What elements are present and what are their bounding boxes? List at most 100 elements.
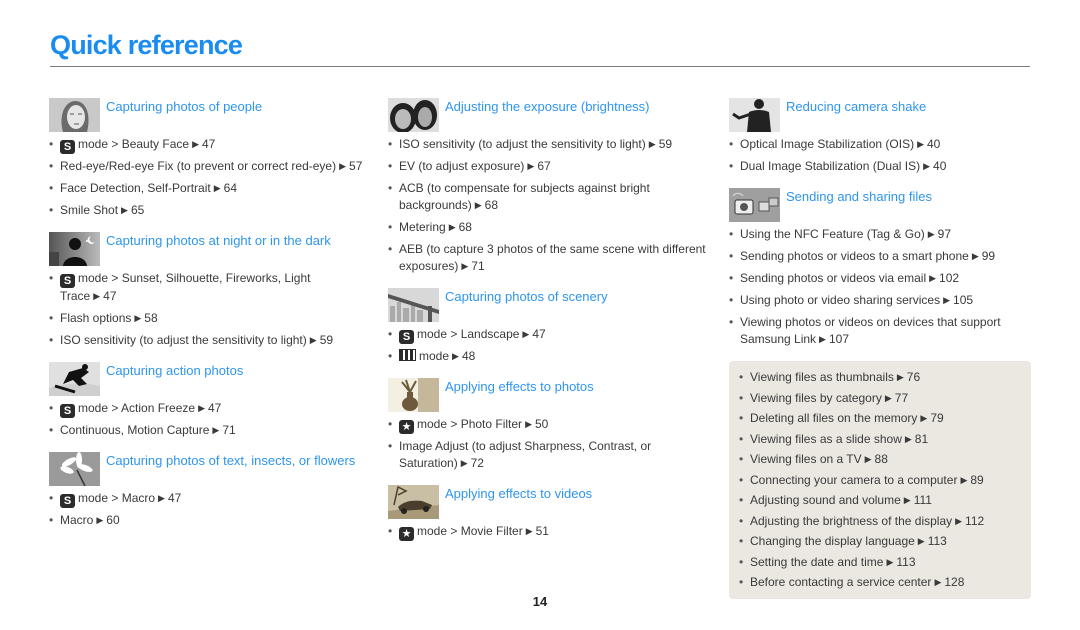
section: Applying effects to photos ★mode > Photo … xyxy=(388,378,708,473)
page-link[interactable]: 68 xyxy=(485,198,498,212)
page-link[interactable]: 64 xyxy=(224,181,237,195)
page-link[interactable]: 89 xyxy=(970,473,983,487)
section-header: Applying effects to photos xyxy=(388,378,708,412)
section-title[interactable]: Applying effects to videos xyxy=(445,485,592,502)
page-link[interactable]: 71 xyxy=(471,259,484,273)
page-arrow-icon: ▶ xyxy=(309,335,317,345)
page-arrow-icon: ▶ xyxy=(929,273,937,283)
section: Capturing photos of scenery Smode > Lands… xyxy=(388,288,708,366)
page-link[interactable]: 47 xyxy=(532,327,545,341)
page-link[interactable]: 71 xyxy=(222,423,235,437)
page-link[interactable]: 59 xyxy=(659,137,672,151)
section: Sending and sharing files Using the NFC F… xyxy=(729,188,1031,349)
page-link[interactable]: 111 xyxy=(914,493,932,507)
section: Applying effects to videos ★mode > Movie … xyxy=(388,485,708,541)
page-link[interactable]: 68 xyxy=(459,220,472,234)
page-arrow-icon: ▶ xyxy=(819,334,826,344)
page-link[interactable]: 60 xyxy=(106,513,119,527)
page-link[interactable]: 81 xyxy=(915,432,928,446)
list-item: Image Adjust (to adjust Sharpness, Contr… xyxy=(388,438,708,473)
section-title[interactable]: Capturing action photos xyxy=(106,362,243,379)
page-link[interactable]: 97 xyxy=(938,227,951,241)
page-link[interactable]: 47 xyxy=(103,289,116,303)
page-link[interactable]: 57 xyxy=(349,159,362,173)
page-link[interactable]: 51 xyxy=(536,524,549,538)
page-link[interactable]: 77 xyxy=(895,391,908,405)
page-arrow-icon: ▶ xyxy=(943,295,951,305)
page-link[interactable]: 47 xyxy=(168,491,181,505)
page-link[interactable]: 99 xyxy=(982,249,995,263)
section-header: Capturing photos at night or in the dark xyxy=(49,232,369,266)
title-divider xyxy=(50,66,1030,67)
section-title[interactable]: Reducing camera shake xyxy=(786,98,926,115)
page-link[interactable]: 47 xyxy=(208,401,221,415)
item-text: Deleting all files on the memory xyxy=(750,411,918,425)
section-title[interactable]: Sending and sharing files xyxy=(786,188,932,205)
page-link[interactable]: 112 xyxy=(965,514,984,528)
item-text: Dual Image Stabilization (Dual IS) xyxy=(740,159,921,173)
page-arrow-icon: ▶ xyxy=(927,229,935,239)
page-link[interactable]: 72 xyxy=(471,456,484,470)
section-header: Adjusting the exposure (brightness) xyxy=(388,98,708,132)
page-arrow-icon: ▶ xyxy=(93,291,101,301)
section: Capturing photos of text, insects, or fl… xyxy=(49,452,369,530)
section-title[interactable]: Capturing photos of scenery xyxy=(445,288,608,305)
section-title[interactable]: Applying effects to photos xyxy=(445,378,594,395)
panorama-mode-icon xyxy=(399,349,416,361)
magic-mode-icon: ★ xyxy=(399,420,414,434)
page-link[interactable]: 59 xyxy=(320,333,333,347)
list-item: Flash options▶58 xyxy=(49,310,369,328)
page-arrow-icon: ▶ xyxy=(525,419,532,429)
list-item: Smile Shot▶65 xyxy=(49,202,369,220)
page-link[interactable]: 102 xyxy=(939,271,959,285)
section-header: Reducing camera shake xyxy=(729,98,1031,132)
list-item: Smode > Landscape▶47 xyxy=(388,326,708,344)
page-link[interactable]: 88 xyxy=(875,452,888,466)
page-link[interactable]: 67 xyxy=(537,159,550,173)
page-arrow-icon: ▶ xyxy=(192,139,199,149)
page-link[interactable]: 40 xyxy=(933,159,946,173)
item-text: Optical Image Stabilization (OIS) xyxy=(740,137,915,151)
page-link[interactable]: 128 xyxy=(944,575,964,589)
list-item: EV (to adjust exposure)▶67 xyxy=(388,158,708,176)
page-link[interactable]: 58 xyxy=(144,311,157,325)
smart-mode-icon: S xyxy=(60,140,75,154)
page-link[interactable]: 48 xyxy=(462,349,475,363)
section: Capturing action photos Smode > Action Fr… xyxy=(49,362,369,440)
page-link[interactable]: 79 xyxy=(930,411,943,425)
section-title[interactable]: Capturing photos at night or in the dark xyxy=(106,232,331,249)
page-link[interactable]: 76 xyxy=(907,370,920,384)
page-link[interactable]: 105 xyxy=(953,293,973,307)
item-text: Viewing files by category xyxy=(750,390,882,405)
list-item: Using photo or video sharing services▶10… xyxy=(729,292,1031,310)
page-link[interactable]: 50 xyxy=(535,417,548,431)
page-arrow-icon: ▶ xyxy=(452,351,459,361)
list-item: Connecting your camera to a computer▶89 xyxy=(739,472,1023,490)
column-3: Reducing camera shake Optical Image Stabi… xyxy=(729,98,1031,599)
list-item: Viewing files as thumbnails▶76 xyxy=(739,369,1023,387)
page-link[interactable]: 40 xyxy=(927,137,940,151)
page-arrow-icon: ▶ xyxy=(460,458,468,468)
list-item: Deleting all files on the memory▶79 xyxy=(739,410,1023,428)
page-link[interactable]: 107 xyxy=(829,332,849,346)
page-arrow-icon: ▶ xyxy=(198,403,205,413)
page-link[interactable]: 113 xyxy=(928,534,947,548)
page-link[interactable]: 113 xyxy=(896,555,915,569)
boxed-list: Viewing files as thumbnails▶76 Viewing fi… xyxy=(739,369,1023,592)
section-items: Smode > Landscape▶47mode▶48 xyxy=(388,326,708,366)
section-title[interactable]: Adjusting the exposure (brightness) xyxy=(445,98,650,115)
item-text: mode > Movie Filter xyxy=(417,524,523,538)
item-text: EV (to adjust exposure) xyxy=(399,159,525,173)
section-title[interactable]: Capturing photos of people xyxy=(106,98,262,115)
item-text: Viewing files as a slide show xyxy=(750,431,902,446)
item-text: Using the NFC Feature (Tag & Go) xyxy=(740,227,925,241)
page-arrow-icon: ▶ xyxy=(212,425,220,435)
page-arrow-icon: ▶ xyxy=(917,536,925,546)
column-2: Adjusting the exposure (brightness) ISO s… xyxy=(388,98,708,553)
section-items: Smode > Macro▶47Macro▶60 xyxy=(49,490,369,530)
item-text: Using photo or video sharing services xyxy=(740,293,941,307)
page-link[interactable]: 65 xyxy=(131,203,144,217)
section-title[interactable]: Capturing photos of text, insects, or fl… xyxy=(106,452,355,469)
page-arrow-icon: ▶ xyxy=(920,413,928,423)
page-link[interactable]: 47 xyxy=(202,137,215,151)
